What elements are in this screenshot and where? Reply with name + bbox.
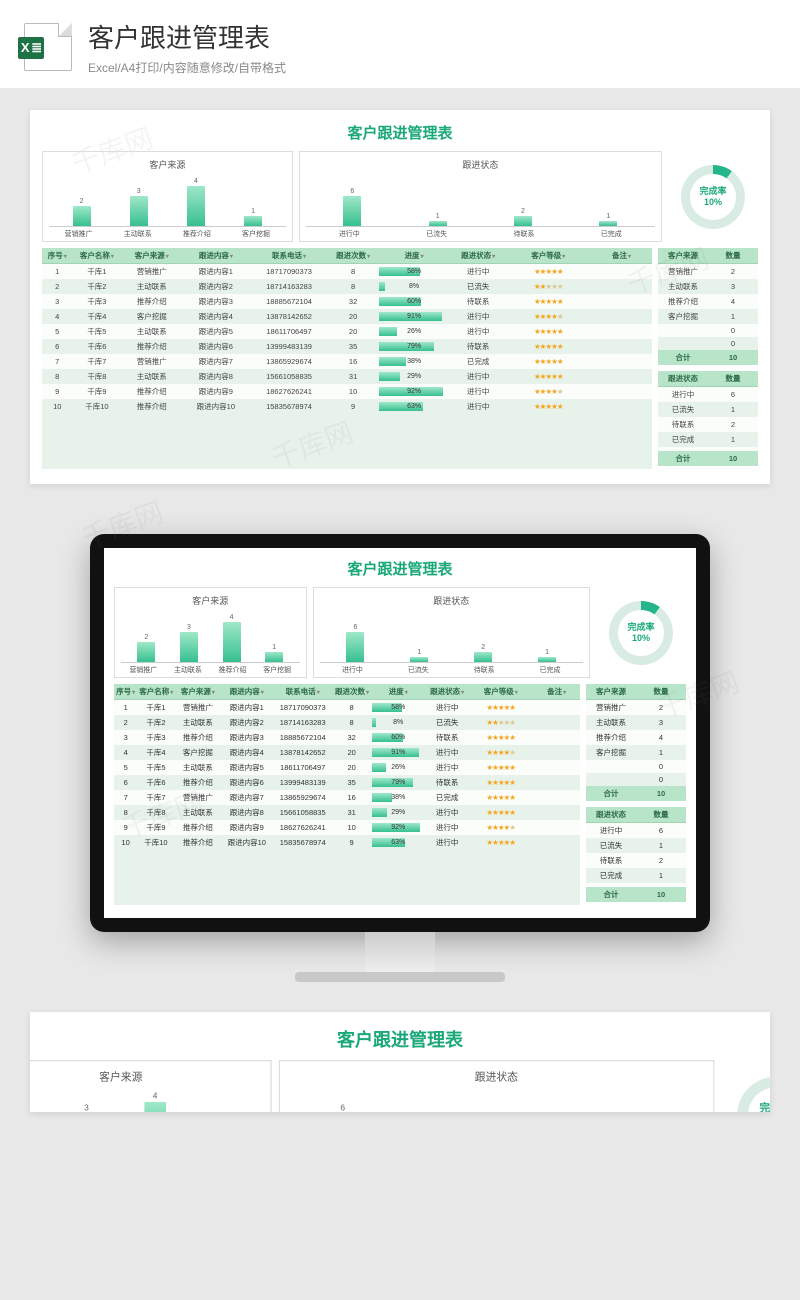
page-subtitle: Excel/A4打印/内容随意修改/自带格式	[88, 59, 286, 76]
side-row: 待联系2	[658, 417, 758, 432]
side-row: 推荐介绍4	[586, 730, 686, 745]
sheet-title: 客户跟进管理表	[42, 122, 758, 143]
chart-bar: 6	[326, 1104, 360, 1112]
column-header[interactable]: 进度▾	[377, 248, 450, 264]
column-header[interactable]: 备注▾	[533, 684, 580, 700]
chart-bar: 2	[469, 644, 497, 662]
side-row: 已流失1	[658, 402, 758, 417]
column-header[interactable]: 序号▾	[114, 684, 137, 700]
preview-peek: 客户跟进管理表 客户来源 2341 营销推广主动联系推荐介绍客户挖掘 跟进状态 …	[30, 1012, 770, 1112]
side-row: 客户挖掘1	[586, 745, 686, 760]
column-header[interactable]: 客户等级▾	[468, 684, 533, 700]
side-row: 0	[658, 337, 758, 350]
table-row[interactable]: 2千库2主动联系跟进内容2 187141632838 8% 已流失★★★★★	[114, 715, 580, 730]
column-header[interactable]: 客户名称▾	[73, 248, 122, 264]
side-total: 合计10	[586, 786, 686, 801]
table-row[interactable]: 8千库8主动联系跟进内容8 1566105883531 29% 进行中★★★★★	[114, 805, 580, 820]
chart-bar: 3	[125, 188, 153, 226]
chart-bar: 1	[260, 644, 288, 662]
chart-bar: 6	[338, 188, 366, 226]
preview-card: 千库网 千库网 千库网 客户跟进管理表 客户来源 2341 营销推广主动联系推荐…	[30, 110, 770, 484]
side-row: 客户挖掘1	[658, 309, 758, 324]
column-header[interactable]: 跟进内容▾	[221, 684, 272, 700]
page-title: 客户跟进管理表	[88, 18, 286, 55]
table-row[interactable]: 9千库9推荐介绍跟进内容9 1862762624110 92% 进行中★★★★★	[42, 384, 652, 399]
side-row: 进行中6	[586, 823, 686, 839]
side-row: 0	[586, 773, 686, 786]
status-chart: 跟进状态 6121 进行中已流失待联系已完成	[299, 151, 662, 242]
table-row[interactable]: 7千库7营销推广跟进内容7 1386592967416 38% 已完成★★★★★	[114, 790, 580, 805]
column-header[interactable]: 进度▾	[370, 684, 426, 700]
table-row[interactable]: 1千库1营销推广跟进内容1 187170903738 58% 进行中★★★★★	[114, 700, 580, 716]
chart-bar: 1	[424, 213, 452, 226]
table-row[interactable]: 3千库3推荐介绍跟进内容3 1888567210432 60% 待联系★★★★★	[114, 730, 580, 745]
side-tables: 客户来源数量营销推广2主动联系3推荐介绍4客户挖掘100合计10 跟进状态数量进…	[658, 248, 758, 472]
column-header[interactable]: 客户来源▾	[175, 684, 222, 700]
chart-bar: 3	[175, 624, 203, 662]
side-total: 合计10	[658, 350, 758, 365]
column-header[interactable]: 客户等级▾	[506, 248, 591, 264]
table-row[interactable]: 5千库5主动联系跟进内容5 1861170649720 26% 进行中★★★★★	[114, 760, 580, 775]
side-row: 已完成1	[586, 868, 686, 883]
completion-donut: 完成率10%	[668, 151, 758, 242]
table-row[interactable]: 6千库6推荐介绍跟进内容6 1399948313935 79% 待联系★★★★★	[114, 775, 580, 790]
column-header[interactable]: 联系电话▾	[249, 248, 328, 264]
side-row: 0	[586, 760, 686, 773]
side-row: 主动联系3	[658, 279, 758, 294]
table-row[interactable]: 4千库4客户挖掘跟进内容4 1387814265220 91% 进行中★★★★★	[114, 745, 580, 760]
table-row[interactable]: 4千库4客户挖掘跟进内容4 1387814265220 91% 进行中★★★★★	[42, 309, 652, 324]
column-header[interactable]: 客户名称▾	[137, 684, 174, 700]
chart-bar: 1	[239, 208, 267, 226]
excel-icon: X ≣	[24, 23, 72, 71]
column-header[interactable]: 跟进次数▾	[329, 248, 378, 264]
column-header[interactable]: 联系电话▾	[272, 684, 333, 700]
table-row[interactable]: 10千库10推荐介绍跟进内容10 158356789749 63% 进行中★★★…	[114, 835, 580, 850]
table-row[interactable]: 6千库6推荐介绍跟进内容6 1399948313935 79% 待联系★★★★★	[42, 339, 652, 354]
side-row: 主动联系3	[586, 715, 686, 730]
column-header[interactable]: 客户来源▾	[121, 248, 182, 264]
excel-badge: X ≣	[18, 37, 44, 59]
column-header[interactable]: 跟进次数▾	[333, 684, 370, 700]
side-row: 待联系2	[586, 853, 686, 868]
side-row: 进行中6	[658, 387, 758, 403]
chart-bar: 3	[70, 1104, 104, 1112]
source-chart: 客户来源 2341 营销推广主动联系推荐介绍客户挖掘	[42, 151, 293, 242]
side-row: 推荐介绍4	[658, 294, 758, 309]
side-row: 已流失1	[586, 838, 686, 853]
table-row[interactable]: 2千库2主动联系跟进内容2 187141632838 8% 已流失★★★★★	[42, 279, 652, 294]
chart-bar: 4	[218, 614, 246, 662]
column-header[interactable]: 序号▾	[42, 248, 73, 264]
chart-bar: 2	[509, 208, 537, 226]
side-row: 0	[658, 324, 758, 337]
table-row[interactable]: 8千库8主动联系跟进内容8 1566105883531 29% 进行中★★★★★	[42, 369, 652, 384]
chart-bar: 1	[594, 213, 622, 226]
main-table: 序号▾客户名称▾客户来源▾跟进内容▾联系电话▾跟进次数▾进度▾跟进状态▾客户等级…	[42, 248, 652, 472]
side-row: 已完成1	[658, 432, 758, 447]
table-row[interactable]: 5千库5主动联系跟进内容5 1861170649720 26% 进行中★★★★★	[42, 324, 652, 339]
column-header[interactable]: 跟进状态▾	[451, 248, 506, 264]
table-row[interactable]: 9千库9推荐介绍跟进内容9 1862762624110 92% 进行中★★★★★	[114, 820, 580, 835]
chart-bar: 1	[405, 649, 433, 662]
page-header: X ≣ 客户跟进管理表 Excel/A4打印/内容随意修改/自带格式	[0, 0, 800, 88]
table-row[interactable]: 1千库1营销推广跟进内容1 187170903738 58% 进行中★★★★★	[42, 264, 652, 280]
column-header[interactable]: 跟进内容▾	[182, 248, 249, 264]
chart-bar: 2	[132, 634, 160, 662]
side-total: 合计10	[658, 451, 758, 466]
monitor-mockup: 千库网 千库网 千库网 客户跟进管理表 客户来源 2341 营销推广主动联系推荐…	[0, 534, 800, 982]
column-header[interactable]: 跟进状态▾	[426, 684, 468, 700]
chart-bar: 2	[68, 198, 96, 226]
chart-bar: 4	[182, 178, 210, 226]
chart-bar: 1	[533, 649, 561, 662]
table-row[interactable]: 10千库10推荐介绍跟进内容10 158356789749 63% 进行中★★★…	[42, 399, 652, 414]
side-row: 营销推广2	[586, 700, 686, 716]
chart-bar: 6	[341, 624, 369, 662]
table-row[interactable]: 3千库3推荐介绍跟进内容3 1888567210432 60% 待联系★★★★★	[42, 294, 652, 309]
chart-bar: 4	[138, 1092, 172, 1112]
side-total: 合计10	[586, 887, 686, 902]
column-header[interactable]: 备注▾	[591, 248, 652, 264]
table-row[interactable]: 7千库7营销推广跟进内容7 1386592967416 38% 已完成★★★★★	[42, 354, 652, 369]
side-row: 营销推广2	[658, 264, 758, 280]
